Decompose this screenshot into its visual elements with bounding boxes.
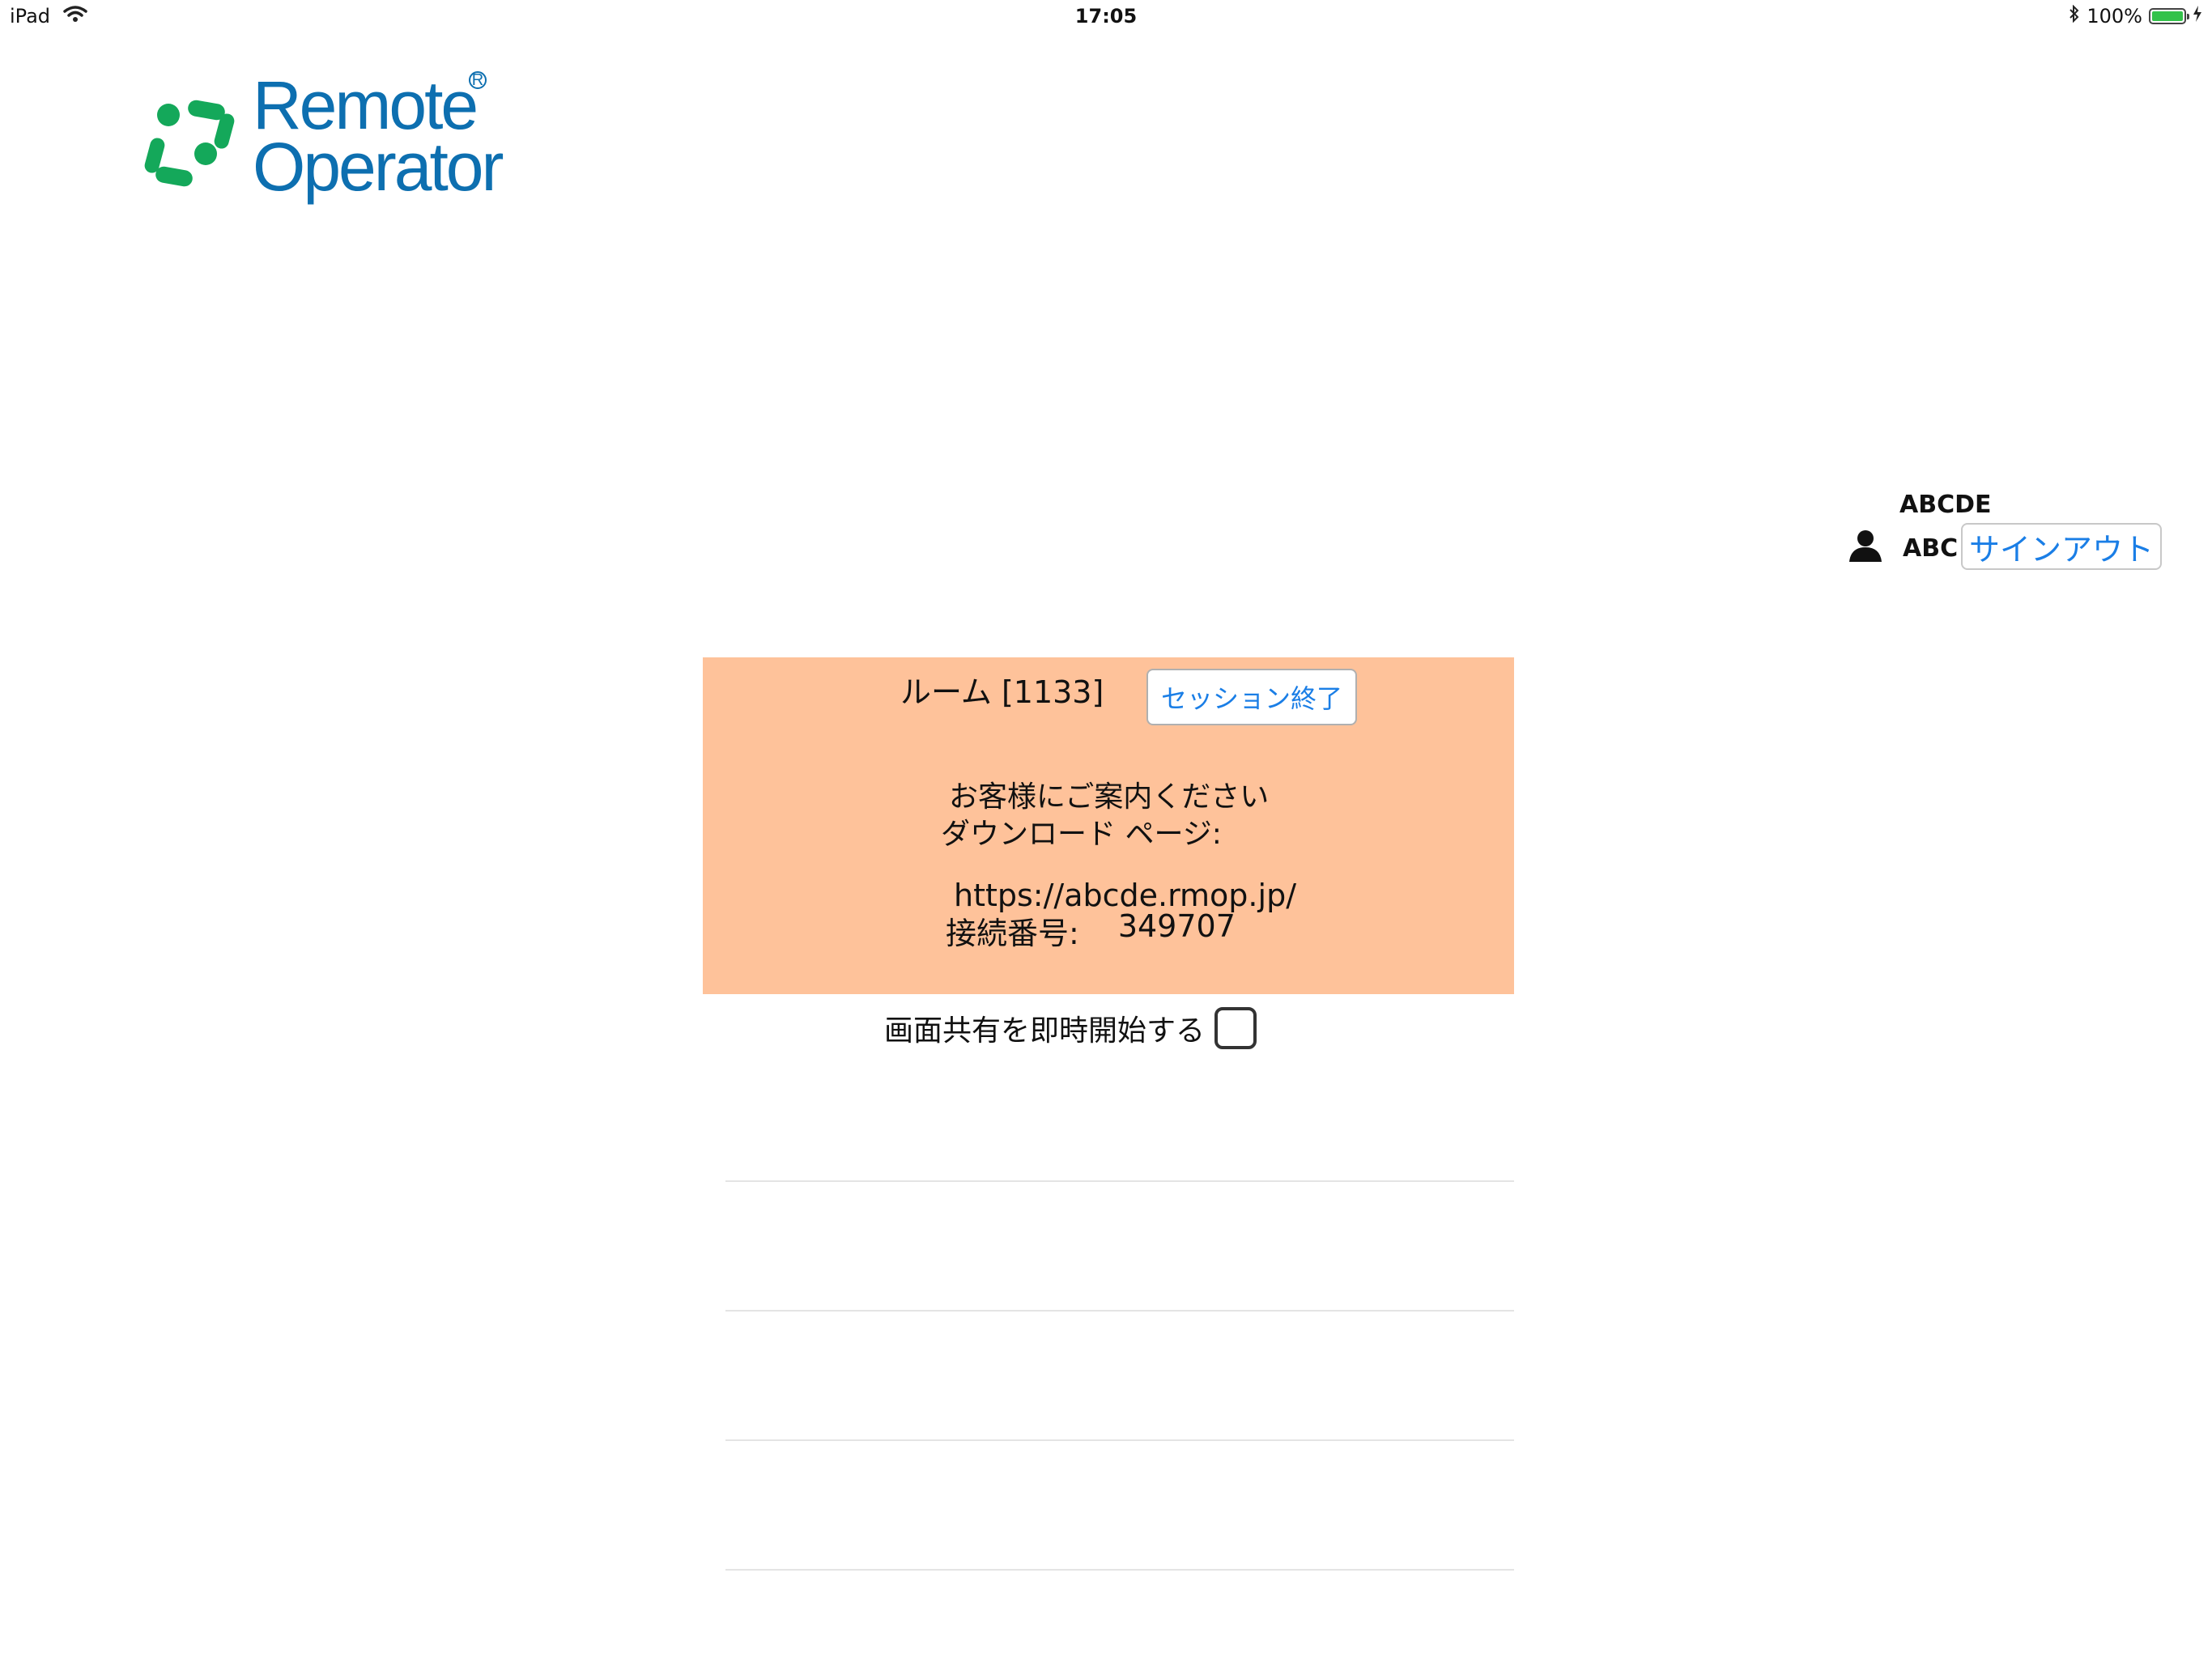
registered-mark: R [469, 71, 487, 89]
person-icon [1849, 530, 1882, 562]
status-time: 17:05 [1074, 5, 1138, 28]
signout-button[interactable]: サインアウト [1961, 523, 2162, 570]
session-list [725, 1052, 1514, 1571]
room-title: ルーム [1133] [900, 674, 1104, 710]
app-screen: iPad 17:05 100% Remote Operator R ABCDE … [0, 0, 2212, 1658]
instant-share-label: 画面共有を即時開始する [884, 1014, 1206, 1048]
user-name: ABC [1903, 534, 1959, 563]
room-panel: ルーム [1133] セッション終了 お客様にご案内ください ダウンロード ペー… [703, 657, 1514, 994]
list-item[interactable] [725, 1052, 1514, 1182]
battery-percent: 100% [2087, 5, 2142, 28]
connection-number-row: 接続番号: 349707 [946, 908, 1236, 953]
end-session-button[interactable]: セッション終了 [1146, 669, 1357, 725]
connection-number-value: 349707 [1117, 908, 1236, 944]
guide-line-2: ダウンロード ページ: [941, 818, 1222, 851]
logo-word-operator: Operator [253, 129, 504, 205]
logo-mark-icon [144, 100, 235, 187]
guide-line-1: お客様にご案内ください [949, 780, 1270, 814]
connection-number-label: 接続番号: [946, 916, 1079, 951]
instant-share-checkbox[interactable] [1214, 1007, 1257, 1049]
status-right: 100% [2069, 4, 2202, 28]
guide-text: お客様にご案内ください ダウンロード ページ: [941, 779, 1269, 853]
list-item[interactable] [725, 1312, 1514, 1441]
list-item[interactable] [725, 1441, 1514, 1571]
user-company: ABCDE [1899, 491, 1992, 519]
instant-share-row: 画面共有を即時開始する [884, 1007, 1257, 1049]
battery-icon [2149, 8, 2189, 24]
status-bar: iPad 17:05 100% [0, 0, 2212, 32]
remote-operator-logo: Remote Operator R [139, 66, 504, 204]
list-item[interactable] [725, 1182, 1514, 1312]
battery-level [2152, 11, 2183, 21]
bluetooth-icon [2069, 4, 2080, 28]
charging-icon [2193, 5, 2202, 28]
